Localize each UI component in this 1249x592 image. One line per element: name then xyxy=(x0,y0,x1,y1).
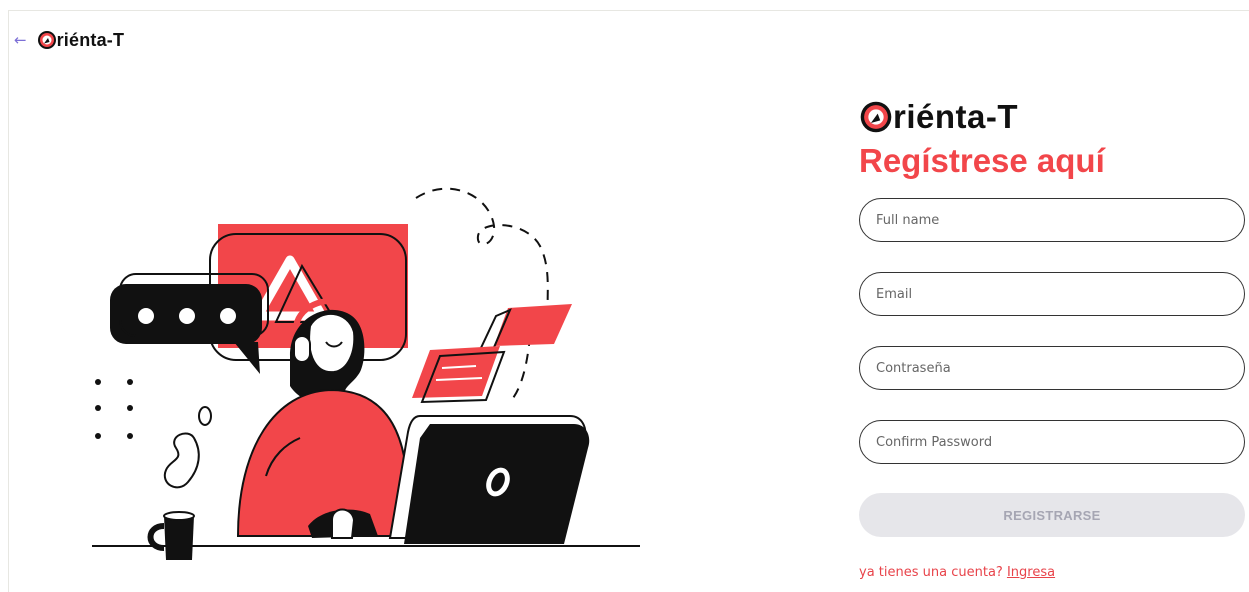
password-input[interactable] xyxy=(859,346,1245,390)
back-arrow-icon[interactable]: ← xyxy=(14,32,27,48)
header-logo-text: riénta-T xyxy=(56,29,125,50)
form-logo: riénta-T xyxy=(859,94,1018,140)
page-title: Regístrese aquí xyxy=(859,142,1105,179)
compass-o-icon xyxy=(37,31,56,49)
register-button[interactable]: REGISTRARSE xyxy=(859,493,1245,537)
confirm-password-input[interactable] xyxy=(859,420,1245,464)
login-link[interactable]: Ingresa xyxy=(1007,565,1055,580)
form-logo-text: riénta-T xyxy=(893,98,1019,135)
compass-o-icon xyxy=(860,101,892,133)
login-prompt-text: ya tienes una cuenta? xyxy=(859,565,1003,580)
header-logo[interactable]: riénta-T xyxy=(37,30,125,51)
email-input[interactable] xyxy=(859,272,1245,316)
top-bar: ← riénta-T xyxy=(14,26,124,54)
hero-illustration xyxy=(92,187,640,560)
login-prompt: ya tienes una cuenta? Ingresa xyxy=(859,565,1055,580)
full-name-input[interactable] xyxy=(859,198,1245,242)
